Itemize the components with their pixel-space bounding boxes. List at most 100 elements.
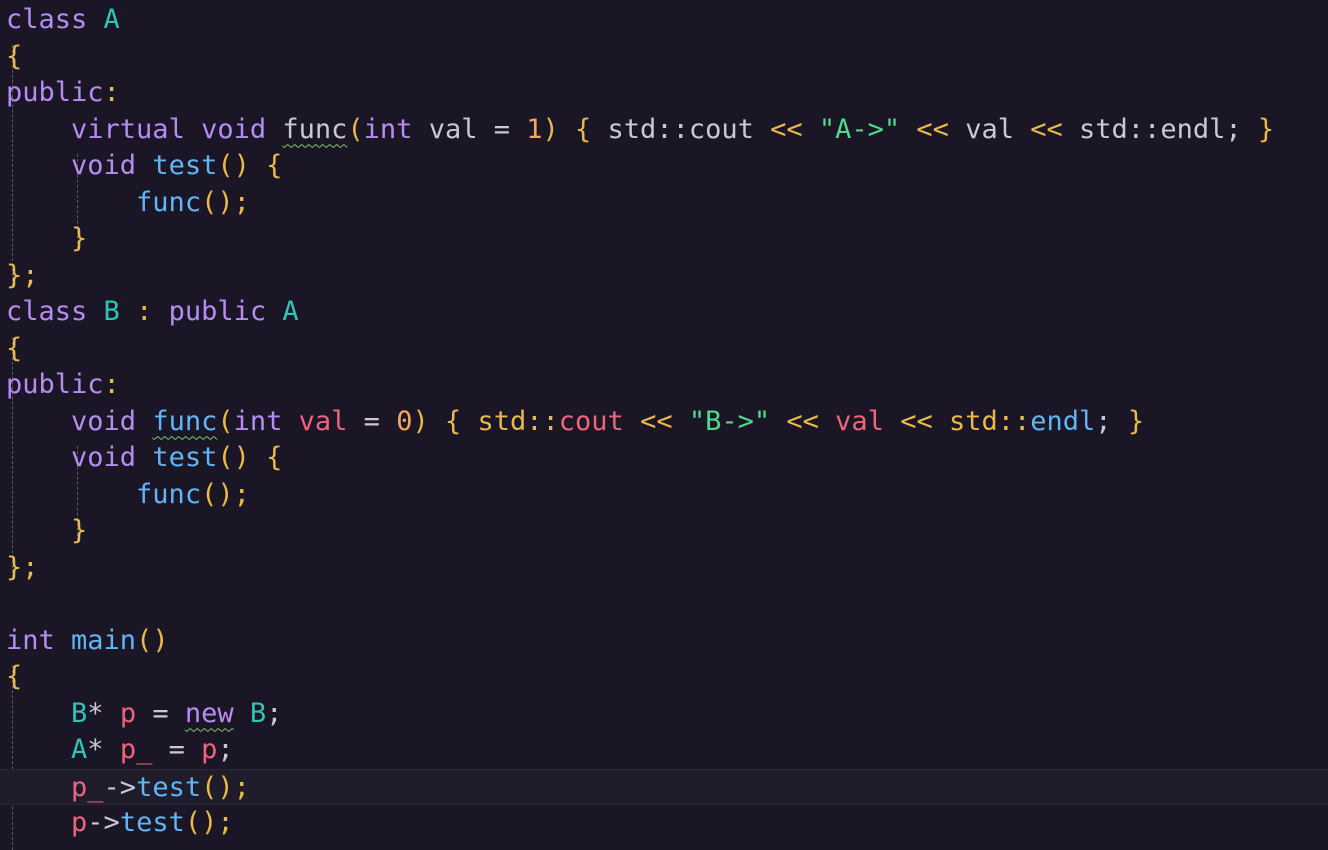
code-token: }	[71, 223, 88, 254]
code-token: <<	[770, 405, 836, 437]
code-line[interactable]: {	[0, 39, 1328, 76]
code-line[interactable]: class A	[0, 2, 1328, 39]
code-line[interactable]: void func(int val = 0) { std::cout << "B…	[0, 404, 1328, 441]
code-token: ;	[1225, 113, 1258, 145]
code-token: ();	[201, 771, 250, 803]
code-token: {	[266, 150, 283, 181]
code-token: <<	[770, 113, 819, 145]
code-token: test	[119, 807, 185, 838]
code-token: {	[444, 405, 478, 437]
code-token: }	[71, 515, 88, 546]
code-token: ()	[136, 624, 169, 656]
code-token: *	[87, 697, 120, 729]
code-token: ()	[217, 442, 267, 473]
code-text: void test() {	[6, 148, 282, 185]
code-token: ::	[1127, 113, 1161, 145]
code-token: {	[6, 40, 23, 72]
code-token: :	[103, 77, 120, 108]
code-token: public	[168, 296, 283, 327]
code-token: :	[136, 296, 169, 327]
code-token: func	[136, 186, 202, 218]
code-token: };	[6, 551, 39, 583]
code-token: =	[363, 405, 397, 437]
code-token: func	[136, 478, 202, 510]
code-line[interactable]: }	[0, 221, 1328, 258]
code-editor[interactable]: class A{public: virtual void func(int va…	[0, 0, 1328, 850]
code-text: class B : public A	[6, 294, 299, 331]
code-token: val	[428, 113, 494, 145]
code-line[interactable]: A* p_ = p;	[0, 732, 1328, 769]
code-token: ->	[87, 807, 120, 838]
code-line[interactable]: public:	[0, 75, 1328, 112]
fold-marker-icon[interactable]	[0, 637, 4, 643]
code-line[interactable]: func();	[0, 477, 1328, 514]
code-text: class A	[6, 2, 120, 39]
code-token: ();	[184, 807, 234, 838]
code-token: endl	[1160, 113, 1226, 145]
code-line[interactable]: int main()	[0, 623, 1328, 660]
code-token: )	[542, 113, 576, 145]
code-token: void	[71, 405, 153, 437]
code-token: class	[6, 296, 104, 327]
code-line[interactable]: void test() {	[0, 148, 1328, 185]
code-token: <<	[900, 113, 966, 145]
code-token: :	[103, 369, 120, 400]
code-token: p	[119, 697, 153, 729]
code-token: cout	[688, 113, 771, 145]
code-line[interactable]: {	[0, 659, 1328, 696]
code-token: func	[282, 113, 348, 145]
code-token: void	[201, 113, 283, 145]
code-text: func();	[6, 185, 250, 222]
code-line[interactable]: class B : public A	[0, 294, 1328, 331]
code-text: void test() {	[6, 440, 282, 477]
code-token: A	[71, 734, 88, 765]
code-text: };	[6, 258, 39, 295]
code-token: ::	[997, 405, 1031, 437]
code-token: };	[6, 259, 39, 291]
fold-marker-icon[interactable]	[0, 308, 4, 314]
code-token: {	[6, 661, 23, 692]
code-line[interactable]: B* p = new B;	[0, 696, 1328, 733]
code-token: void	[71, 150, 153, 181]
code-token: *	[87, 734, 120, 765]
fold-marker-icon[interactable]	[0, 16, 4, 22]
code-text: int main()	[6, 623, 169, 660]
code-token: "B->"	[688, 405, 771, 437]
code-text: B* p = new B;	[6, 696, 282, 733]
code-token: std	[948, 405, 998, 437]
code-text: virtual void func(int val = 1) { std::co…	[6, 112, 1274, 149]
code-line[interactable]: {	[0, 331, 1328, 368]
code-token: ()	[217, 150, 267, 181]
code-line[interactable]: func();	[0, 185, 1328, 222]
code-token: main	[71, 624, 137, 656]
code-line[interactable]: };	[0, 550, 1328, 587]
code-line[interactable]: virtual void func(int val = 1) { std::co…	[0, 112, 1328, 149]
code-token: 0	[396, 405, 413, 437]
code-line[interactable]: void test() {	[0, 440, 1328, 477]
code-token: A	[103, 4, 120, 35]
code-token: ::	[526, 405, 559, 437]
current-code-line[interactable]: p_->test();	[0, 768, 1328, 805]
code-token: ;	[1095, 405, 1128, 437]
code-token: ;	[217, 734, 234, 765]
code-line[interactable]: p->test();	[0, 805, 1328, 842]
code-token: virtual	[71, 113, 202, 145]
code-line[interactable]: };	[0, 258, 1328, 295]
code-token: new	[184, 697, 234, 729]
code-line[interactable]: }	[0, 513, 1328, 550]
code-token: test	[136, 771, 202, 803]
code-token: (	[347, 113, 364, 145]
code-line[interactable]: public:	[0, 367, 1328, 404]
code-line[interactable]	[0, 586, 1328, 623]
code-text: {	[6, 659, 22, 696]
code-token: B	[249, 697, 267, 729]
